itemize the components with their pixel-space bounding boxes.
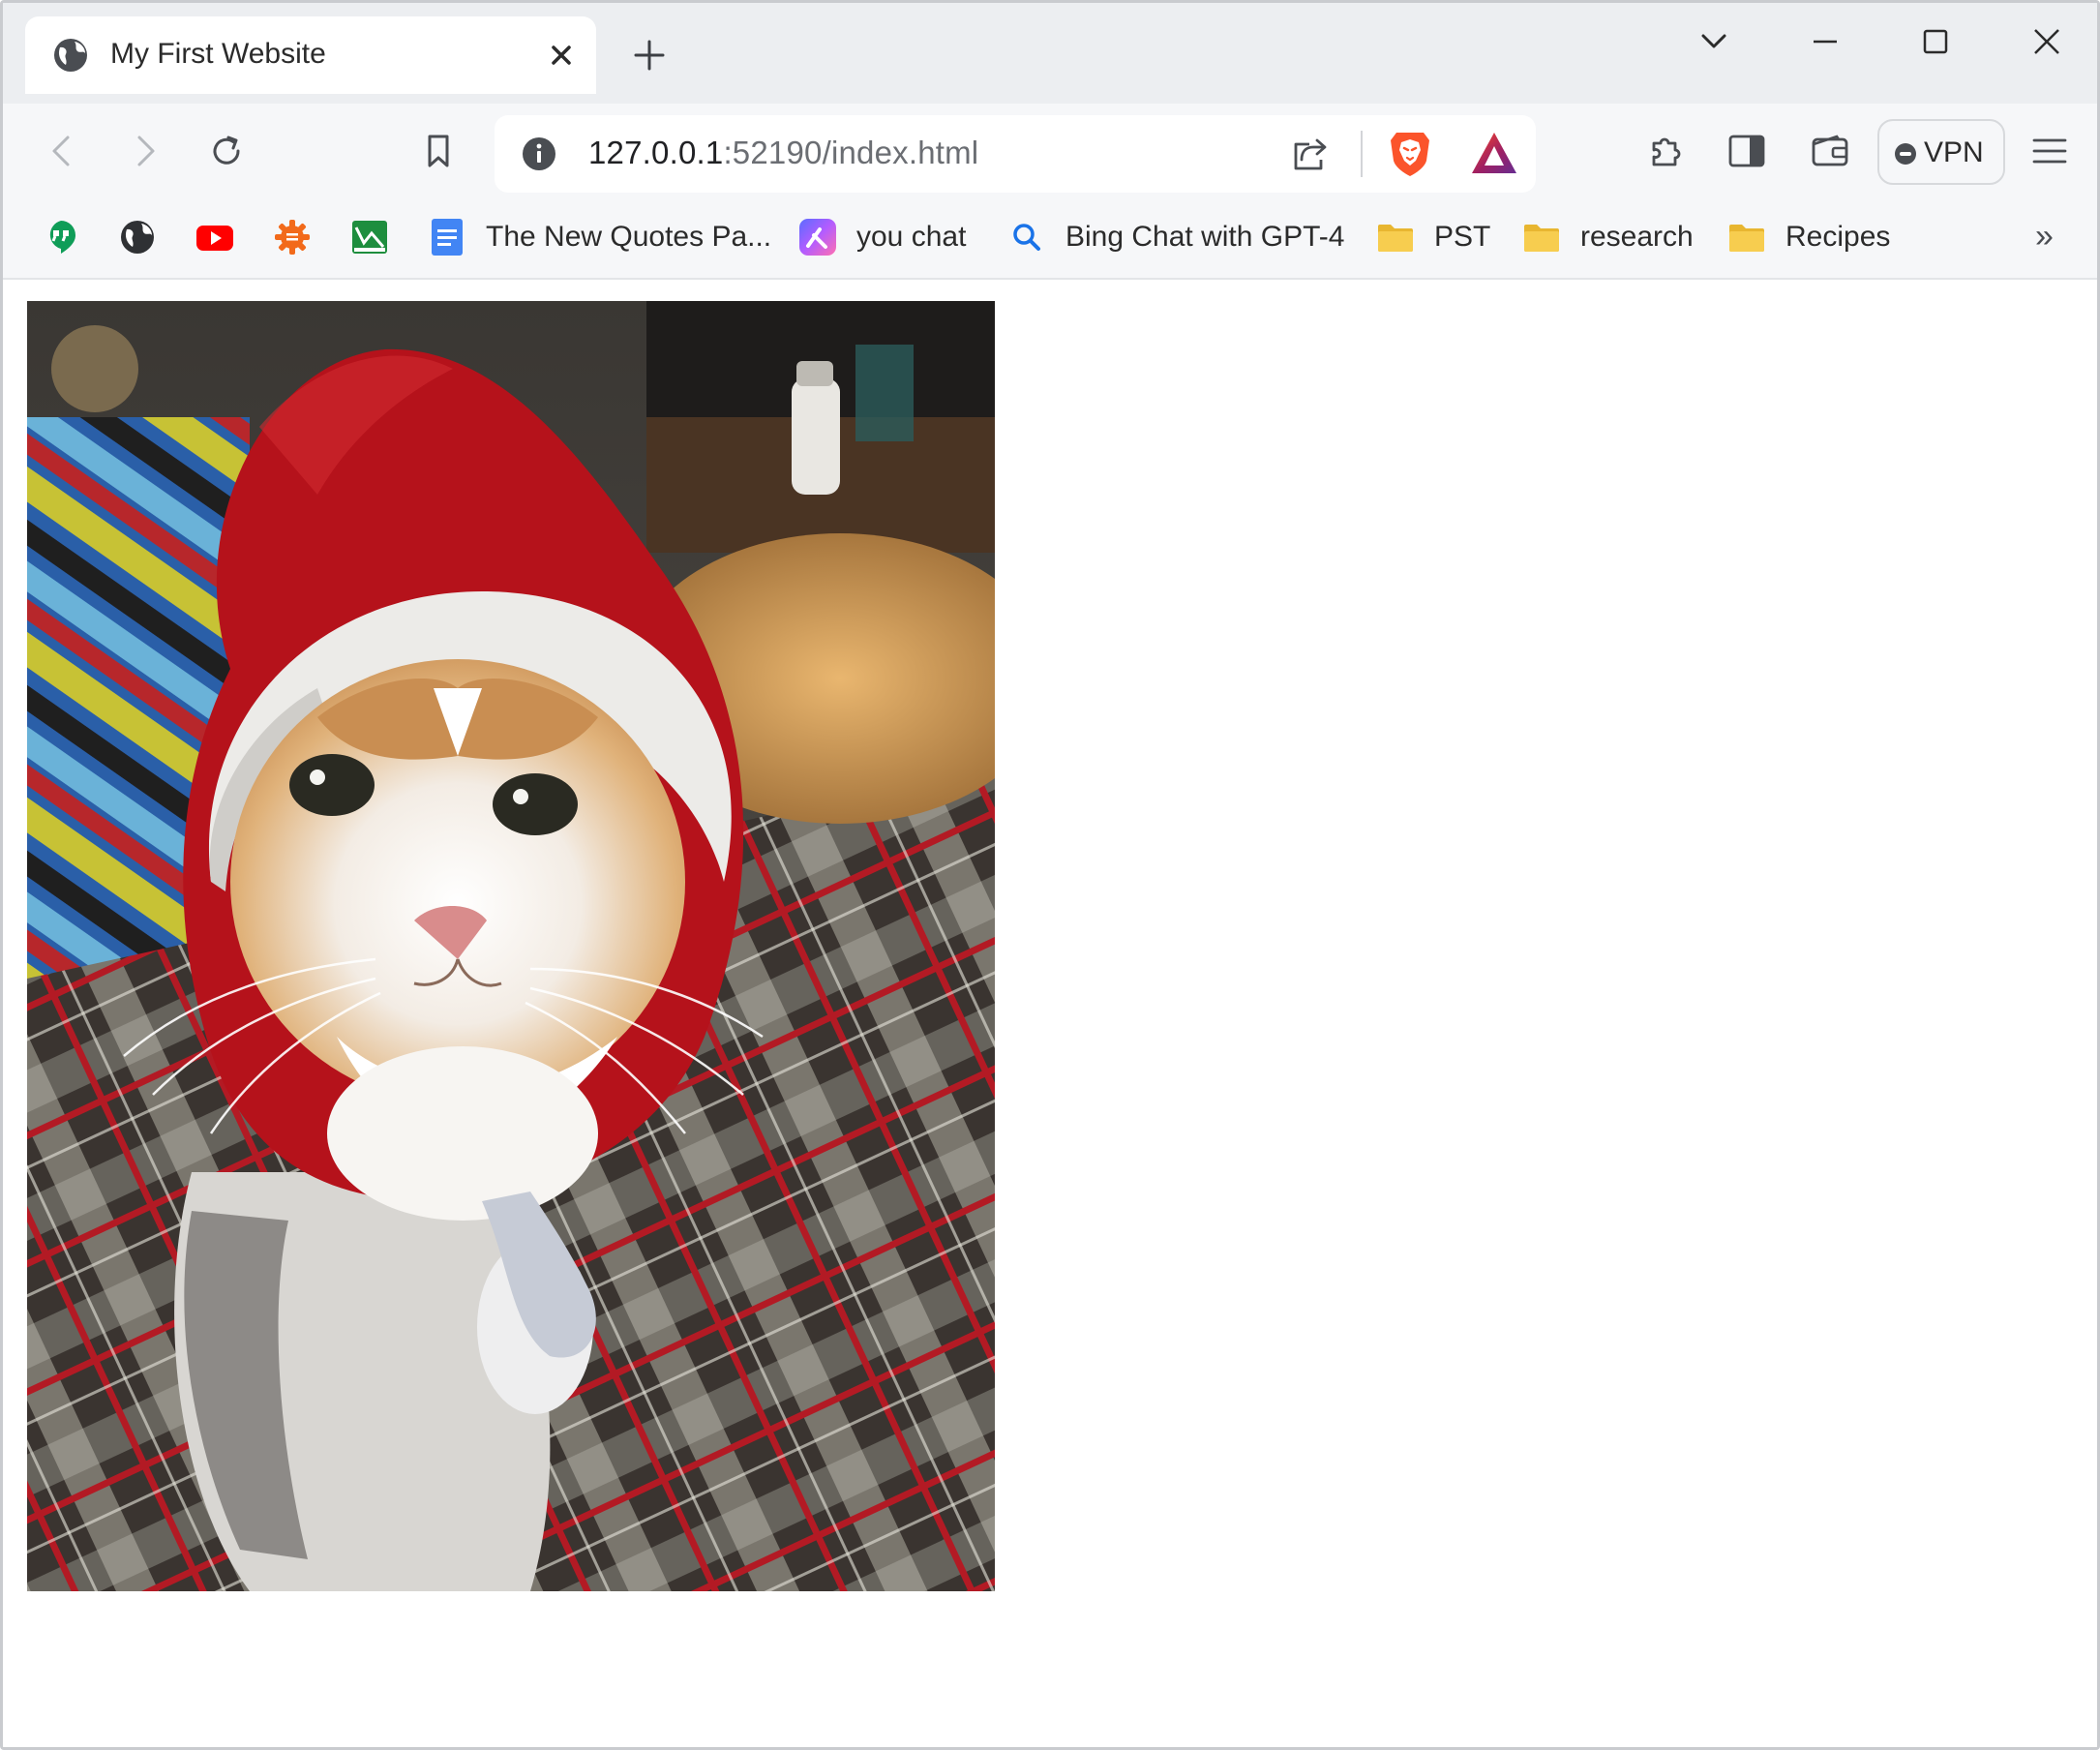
address-bar-divider	[1361, 131, 1363, 177]
tab-title: My First Website	[110, 38, 326, 70]
brave-shields-lion-icon[interactable]	[1387, 129, 1433, 179]
address-bar[interactable]: 127.0.0.1:52190/index.html	[495, 115, 1536, 193]
active-tab[interactable]: My First Website	[25, 16, 596, 94]
bookmark-icon[interactable]	[417, 130, 460, 172]
green-chart-icon	[352, 221, 387, 254]
bookmark-you-chat[interactable]: you chat	[798, 216, 966, 258]
main-menu-hamburger-icon[interactable]	[2028, 130, 2071, 172]
globe-icon	[121, 221, 154, 254]
reload-icon[interactable]	[205, 130, 248, 172]
brave-rewards-triangle-icon[interactable]	[1470, 131, 1518, 175]
bookmark-bing-chat[interactable]: Bing Chat with GPT-4	[1007, 216, 1344, 258]
sidebar-toggle-icon[interactable]	[1725, 130, 1768, 172]
google-docs-icon	[432, 219, 463, 256]
hangouts-icon	[49, 221, 75, 254]
bookmark-folder-pst[interactable]: PST	[1376, 216, 1490, 258]
toolbar: 127.0.0.1:52190/index.html VPN	[3, 104, 2097, 198]
bookmark-globe[interactable]	[118, 216, 157, 258]
tab-close-icon[interactable]	[548, 42, 575, 69]
vpn-button[interactable]: VPN	[1877, 119, 2005, 185]
bookmarks-bar: The New Quotes Pa... you chat Bing Chat …	[3, 198, 2097, 280]
url-text[interactable]: 127.0.0.1:52190/index.html	[588, 135, 978, 171]
new-tab-plus-icon[interactable]	[632, 38, 667, 73]
vpn-status-icon	[1895, 143, 1916, 165]
bookmark-orange-gear[interactable]	[273, 216, 312, 258]
url-host: 127.0.0.1	[588, 135, 724, 170]
extensions-puzzle-icon[interactable]	[1644, 130, 1687, 172]
bookmark-green-chart[interactable]	[350, 216, 389, 258]
bookmark-label: The New Quotes Pa...	[486, 221, 772, 253]
bookmark-folder-recipes[interactable]: Recipes	[1727, 216, 1890, 258]
bookmark-folder-research[interactable]: research	[1522, 216, 1694, 258]
back-arrow-icon[interactable]	[42, 130, 84, 172]
url-path: :52190/index.html	[723, 135, 979, 170]
share-icon[interactable]	[1288, 133, 1331, 175]
vpn-label: VPN	[1924, 136, 1984, 168]
bookmark-label: Recipes	[1785, 221, 1891, 253]
site-info-icon[interactable]	[520, 135, 558, 173]
globe-icon	[54, 39, 87, 72]
bookmark-new-quotes[interactable]: The New Quotes Pa...	[428, 216, 771, 258]
youtube-icon	[196, 226, 233, 251]
bookmark-label: PST	[1434, 221, 1491, 253]
cat-photo	[27, 301, 995, 1591]
bookmark-youtube[interactable]	[195, 216, 234, 258]
browser-window: My First Website 127.0.0.1:52190/index.h…	[0, 0, 2100, 1750]
page-content	[3, 282, 2097, 1747]
folder-icon	[1524, 225, 1559, 252]
folder-icon	[1729, 225, 1764, 252]
tab-strip: My First Website	[3, 3, 2097, 104]
window-close-icon[interactable]	[2027, 22, 2066, 61]
forward-arrow-icon[interactable]	[123, 130, 165, 172]
bookmark-label: Bing Chat with GPT-4	[1065, 221, 1345, 253]
you-chat-icon	[799, 219, 836, 256]
maximize-icon[interactable]	[1916, 22, 1955, 61]
bookmark-label: you chat	[856, 221, 967, 253]
search-icon	[1013, 224, 1040, 251]
bookmarks-overflow-chevron-icon[interactable]: »	[2035, 218, 2054, 256]
bookmark-hangouts[interactable]	[42, 216, 80, 258]
bookmark-label: research	[1580, 221, 1694, 253]
wallet-icon[interactable]	[1809, 130, 1851, 172]
tab-search-chevron-icon[interactable]	[1695, 22, 1733, 61]
orange-gear-icon	[275, 220, 310, 255]
minimize-icon[interactable]	[1806, 22, 1845, 61]
folder-icon	[1378, 225, 1413, 252]
